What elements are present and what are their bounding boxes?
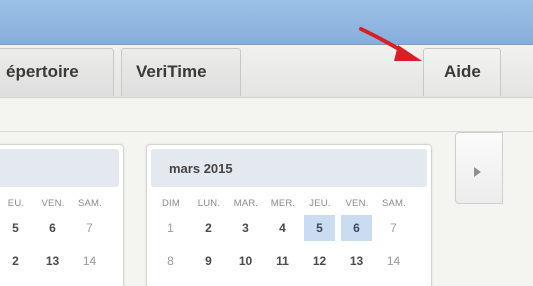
day-cell[interactable]: 8 bbox=[155, 248, 186, 274]
day-cell[interactable]: 4 bbox=[267, 215, 298, 241]
day-cell[interactable]: 5 bbox=[0, 215, 31, 241]
calendar-header: mars 2015 bbox=[151, 149, 427, 187]
day-cell[interactable]: 13 bbox=[37, 248, 68, 274]
day-cell[interactable]: 2 bbox=[193, 215, 224, 241]
day-cell[interactable]: 13 bbox=[341, 248, 372, 274]
day-cell[interactable]: 9 bbox=[193, 248, 224, 274]
weekday-label: MAR. bbox=[233, 198, 259, 209]
sub-toolbar bbox=[0, 98, 533, 132]
next-month-button[interactable] bbox=[455, 132, 503, 204]
weekday-label: SAM. bbox=[381, 198, 407, 209]
content-area: EU. VEN. SAM. 5 6 7 2 13 14 mars 2015 DI… bbox=[0, 98, 533, 286]
app-window: épertoire VeriTime Aide EU. VEN. SAM. 5 … bbox=[0, 0, 533, 286]
red-arrow-icon bbox=[359, 27, 422, 61]
day-cell[interactable]: 10 bbox=[230, 248, 261, 274]
weekday-label: LUN. bbox=[197, 198, 221, 209]
weekday-label: EU. bbox=[7, 198, 25, 209]
weekday-label: SAM. bbox=[77, 198, 103, 209]
day-cell[interactable]: 6 bbox=[37, 215, 68, 241]
day-cell[interactable]: 1 bbox=[155, 215, 186, 241]
weekday-label: MER. bbox=[270, 198, 296, 209]
day-cell[interactable]: 3 bbox=[230, 215, 261, 241]
tab-repertoire[interactable]: épertoire bbox=[0, 48, 114, 96]
day-cell[interactable]: 14 bbox=[74, 248, 105, 274]
chevron-right-icon bbox=[474, 167, 481, 177]
tab-veritime[interactable]: VeriTime bbox=[121, 48, 241, 96]
day-cell-selected[interactable]: 6 bbox=[341, 215, 372, 241]
weekday-label: VEN. bbox=[41, 198, 65, 209]
day-cell[interactable]: 12 bbox=[304, 248, 335, 274]
weekday-label: DIM bbox=[161, 198, 180, 209]
day-cell[interactable]: 11 bbox=[267, 248, 298, 274]
weekday-label: VEN. bbox=[345, 198, 369, 209]
day-cell[interactable]: 7 bbox=[378, 215, 409, 241]
calendar-header bbox=[0, 149, 119, 187]
calendar-title: mars 2015 bbox=[169, 161, 233, 176]
calendar-march: mars 2015 DIM LUN. MAR. MER. JEU. VEN. S… bbox=[146, 144, 432, 286]
weekday-label: JEU. bbox=[309, 198, 331, 209]
day-cell-selected[interactable]: 5 bbox=[304, 215, 335, 241]
tab-bar: épertoire VeriTime Aide bbox=[0, 45, 533, 98]
tab-aide[interactable]: Aide bbox=[423, 48, 501, 96]
day-cell[interactable]: 14 bbox=[378, 248, 409, 274]
day-cell[interactable]: 2 bbox=[0, 248, 31, 274]
calendar-february: EU. VEN. SAM. 5 6 7 2 13 14 bbox=[0, 144, 124, 286]
day-cell[interactable]: 7 bbox=[74, 215, 105, 241]
title-bar bbox=[0, 0, 533, 45]
